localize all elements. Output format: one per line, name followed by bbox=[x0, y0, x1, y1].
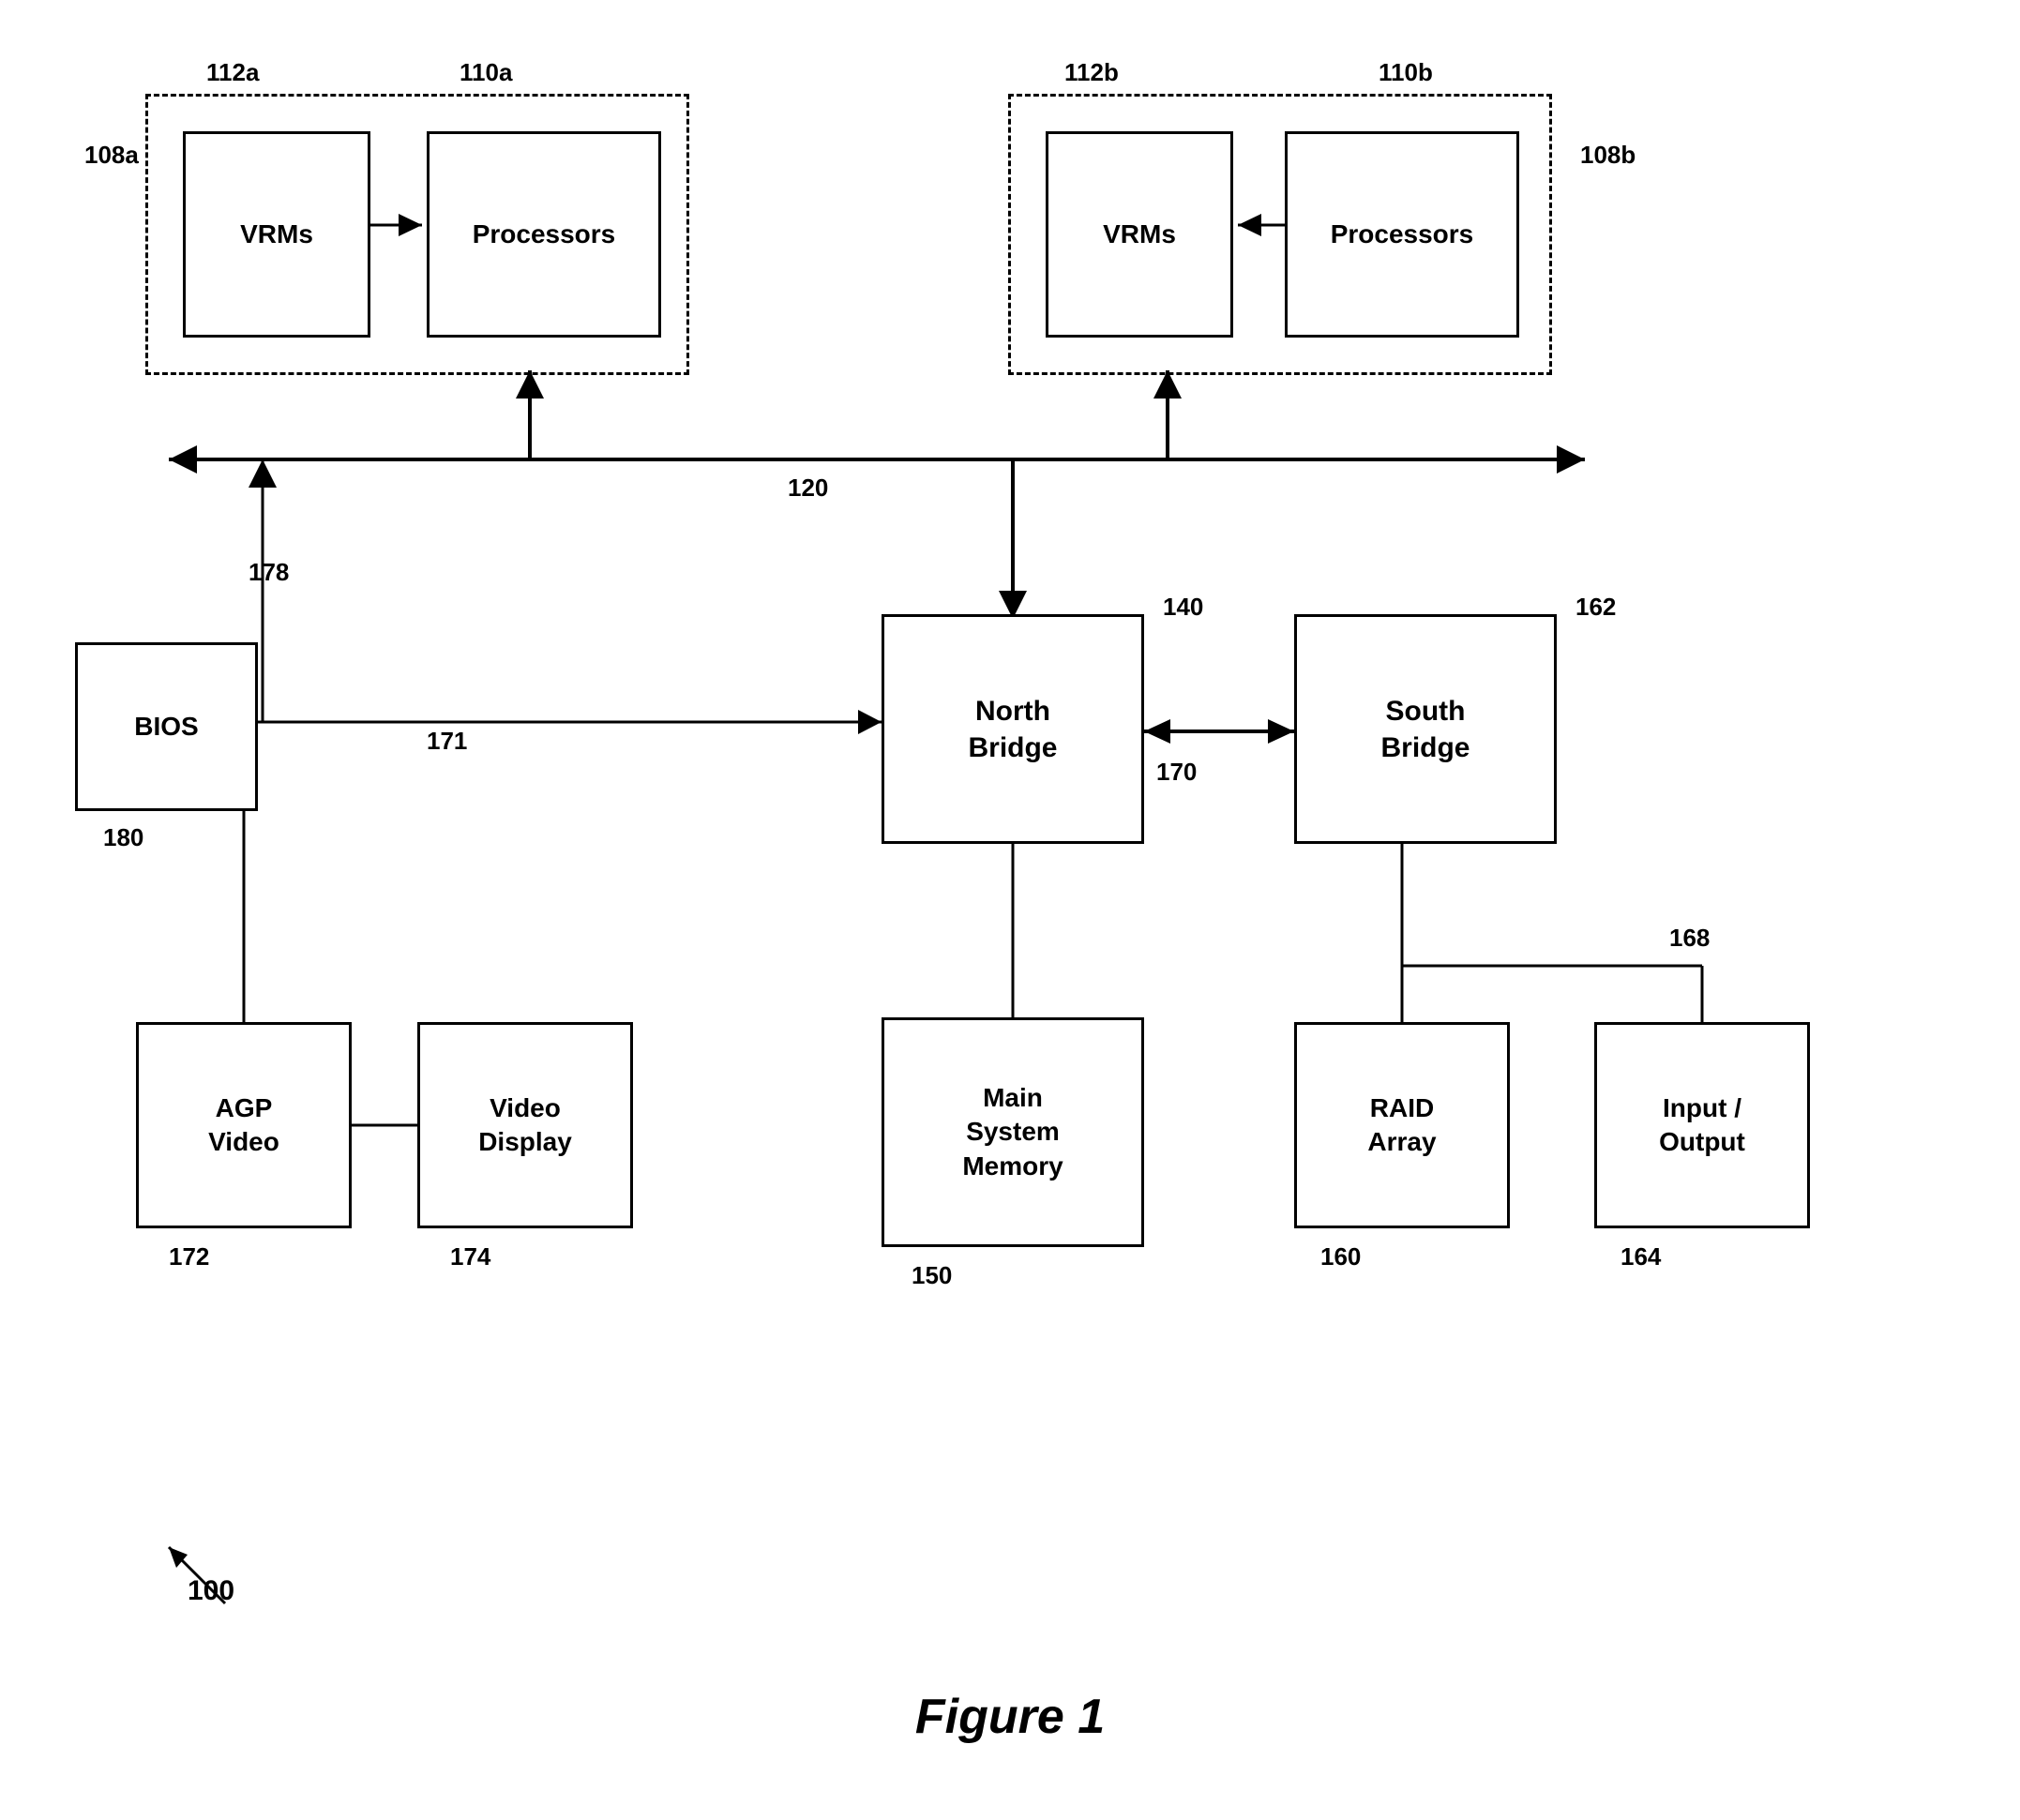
ref-110b: 110b bbox=[1379, 58, 1433, 87]
vrms-a-box: VRMs bbox=[183, 131, 370, 338]
ref-171: 171 bbox=[427, 727, 467, 756]
processors-a-box: Processors bbox=[427, 131, 661, 338]
ref-170: 170 bbox=[1156, 758, 1197, 787]
ref-160: 160 bbox=[1320, 1242, 1361, 1271]
north-bridge-box: NorthBridge bbox=[882, 614, 1144, 844]
ref-178: 178 bbox=[249, 558, 289, 587]
south-bridge-box: SouthBridge bbox=[1294, 614, 1557, 844]
ref-112a: 112a bbox=[206, 58, 259, 87]
ref-174: 174 bbox=[450, 1242, 490, 1271]
processors-b-box: Processors bbox=[1285, 131, 1519, 338]
ref-120: 120 bbox=[788, 474, 828, 503]
ref-162: 162 bbox=[1575, 593, 1616, 622]
raid-array-box: RAIDArray bbox=[1294, 1022, 1510, 1228]
video-display-box: VideoDisplay bbox=[417, 1022, 633, 1228]
ref-100-arrow bbox=[150, 1538, 263, 1613]
ref-180: 180 bbox=[103, 823, 143, 852]
ref-172: 172 bbox=[169, 1242, 209, 1271]
ref-112b: 112b bbox=[1064, 58, 1119, 87]
ref-110a: 110a bbox=[460, 58, 512, 87]
bios-box: BIOS bbox=[75, 642, 258, 811]
ref-108a: 108a bbox=[84, 141, 139, 170]
ref-108b: 108b bbox=[1580, 141, 1636, 170]
figure-caption: Figure 1 bbox=[915, 1689, 1105, 1745]
ref-164: 164 bbox=[1621, 1242, 1661, 1271]
agp-video-box: AGPVideo bbox=[136, 1022, 352, 1228]
ref-168: 168 bbox=[1669, 924, 1710, 953]
diagram-container: VRMs Processors VRMs Processors BIOS Nor… bbox=[0, 0, 2020, 1820]
ref-150: 150 bbox=[912, 1261, 952, 1290]
input-output-box: Input /Output bbox=[1594, 1022, 1810, 1228]
ref-140: 140 bbox=[1163, 593, 1203, 622]
main-system-memory-box: MainSystemMemory bbox=[882, 1017, 1144, 1247]
vrms-b-box: VRMs bbox=[1046, 131, 1233, 338]
